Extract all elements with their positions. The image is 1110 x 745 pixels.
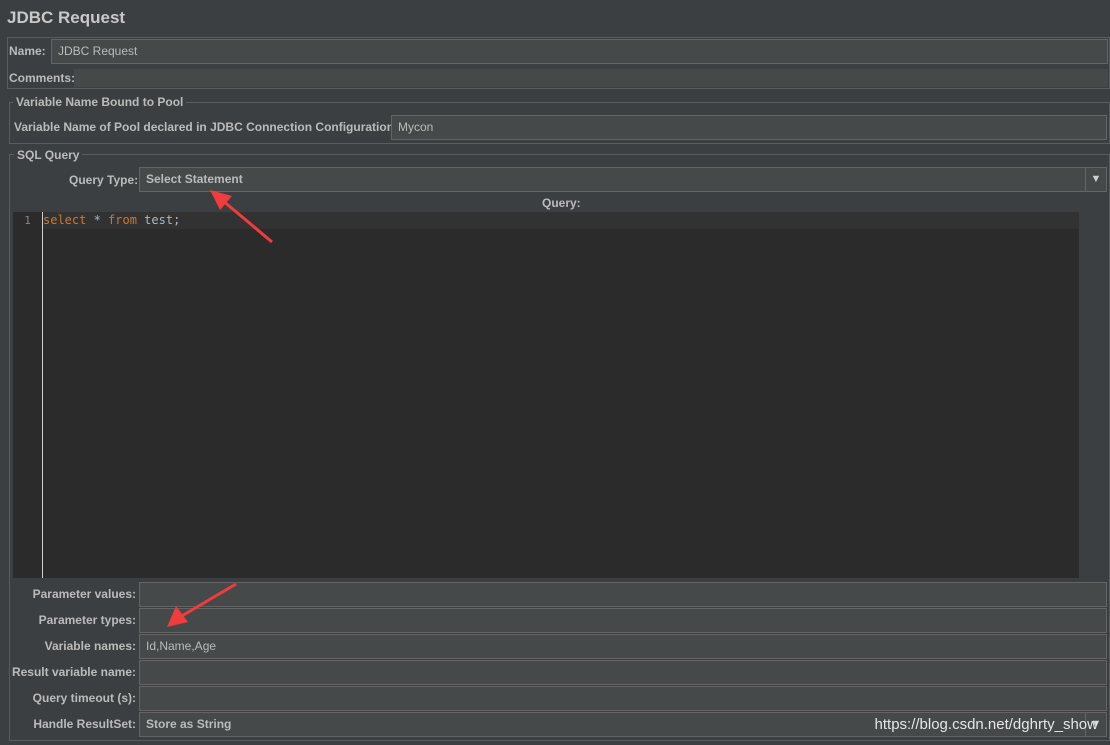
arrow-annotation-query-type [210,190,273,244]
arrow-annotation-variable-names [167,582,237,627]
annotation-arrows [167,190,273,627]
watermark: https://blog.csdn.net/dghrty_show [874,716,1098,733]
